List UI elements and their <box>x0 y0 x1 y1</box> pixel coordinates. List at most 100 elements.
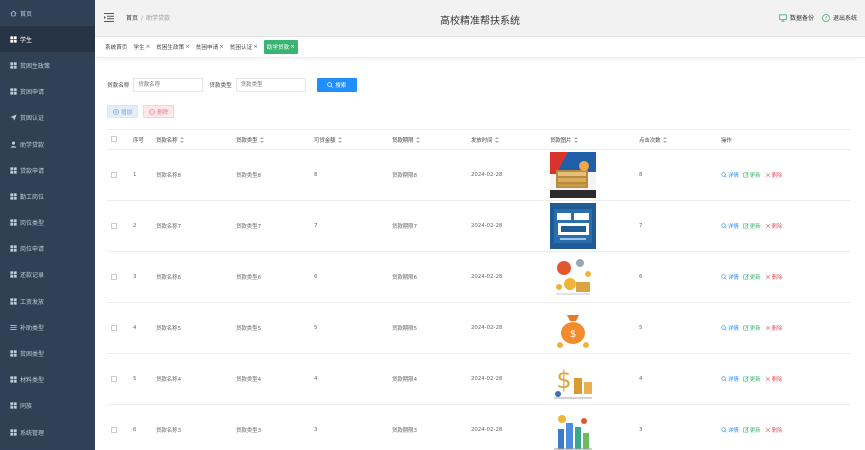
search-icon <box>721 172 728 178</box>
close-icon[interactable]: × <box>219 44 224 50</box>
sidebar-item-2[interactable]: 贫困生政策 <box>0 52 95 78</box>
sidebar-item-14[interactable]: 材料类型 <box>0 367 95 393</box>
grid-icon <box>10 271 17 279</box>
sidebar-item-label: 贷款申请 <box>20 167 45 175</box>
header-name-label: 贷款名称 <box>156 137 178 144</box>
view-button[interactable]: 详情 <box>721 222 739 230</box>
sidebar-item-5[interactable]: 助学贷款 <box>0 131 95 157</box>
add-button[interactable]: 增加 <box>107 105 139 118</box>
delete-button[interactable]: 删除 <box>765 375 782 383</box>
sidebar-item-1[interactable]: 学生 <box>0 26 95 53</box>
loan-type-input[interactable] <box>235 78 306 92</box>
cell-ops: 详情 更新 删除 <box>717 149 850 201</box>
money-bag-image[interactable]: $ <box>550 305 635 351</box>
delete-button[interactable]: 删除 <box>765 171 782 179</box>
sidebar-item-16[interactable]: 系统管理 <box>0 419 95 445</box>
close-icon[interactable]: × <box>185 44 190 50</box>
tab-3[interactable]: 贫困申请 × <box>196 43 224 51</box>
loan-name-input[interactable] <box>133 78 204 92</box>
header-ops: 操作 <box>717 129 850 150</box>
tab-2[interactable]: 贫困生政策 × <box>156 43 190 51</box>
delete-button[interactable]: 删除 <box>765 273 782 281</box>
edit-button[interactable]: 更新 <box>743 426 761 434</box>
tab-1[interactable]: 学生 × <box>133 43 150 51</box>
select-all-checkbox[interactable] <box>111 136 117 143</box>
sidebar-item-3[interactable]: 贫困申请 <box>0 79 95 105</box>
delete-button[interactable]: 删除 <box>765 222 782 230</box>
row-checkbox[interactable] <box>111 375 117 382</box>
row-actions: 详情 更新 删除 <box>721 426 850 434</box>
cell-image <box>546 149 635 201</box>
table-row: 1 贷款名称8 贷款类型8 8 贷款期限8 2024-02-28 8 详情 更新 删除 <box>107 149 850 201</box>
delete-label: 删除 <box>771 428 783 434</box>
edit-button[interactable]: 更新 <box>743 171 761 179</box>
table-row: 4 贷款名称5 贷款类型5 5 贷款期限5 2024-02-28 $5 详情 更新 删除 <box>107 302 850 354</box>
header-term[interactable]: 贷款期限 <box>388 129 467 150</box>
dollar-stack-image[interactable] <box>550 152 635 198</box>
search-icon <box>721 427 728 433</box>
cell-name: 贷款名称4 <box>152 353 232 405</box>
sidebar-item-13[interactable]: 贫困类型 <box>0 340 95 366</box>
backup-button[interactable]: 数据备份 <box>778 13 814 22</box>
edit-button[interactable]: 更新 <box>743 273 761 281</box>
row-checkbox[interactable] <box>111 324 117 331</box>
row-actions: 详情 更新 删除 <box>721 375 850 383</box>
view-button[interactable]: 详情 <box>721 273 739 281</box>
row-checkbox[interactable] <box>111 426 117 433</box>
logout-button[interactable]: ? 退出系统 <box>822 13 857 22</box>
sidebar-item-8[interactable]: 岗位类型 <box>0 210 95 236</box>
delete-button[interactable]: 删除 <box>765 426 783 434</box>
close-icon[interactable]: × <box>290 44 295 50</box>
tab-label: 学生 <box>133 45 145 51</box>
header-type[interactable]: 贷款类型 <box>232 129 310 150</box>
tab-label: 贫困生政策 <box>156 45 185 51</box>
loan-poster-image[interactable] <box>550 203 635 249</box>
tab-0[interactable]: 系统首页 <box>105 43 127 51</box>
cell-image: $ <box>546 353 635 405</box>
sidebar-item-label: 贫困类型 <box>20 351 45 359</box>
sidebar-item-7[interactable]: 勤工岗位 <box>0 183 95 209</box>
view-button[interactable]: 详情 <box>721 426 739 434</box>
cell-term: 贷款期限7 <box>388 200 467 252</box>
city-coins-image[interactable] <box>550 407 635 450</box>
view-button[interactable]: 详情 <box>721 324 739 332</box>
coins-illustration-image[interactable] <box>550 254 635 300</box>
sidebar-item-6[interactable]: 贷款申请 <box>0 157 95 183</box>
sidebar-item-4[interactable]: 贫困认证 <box>0 105 95 131</box>
cell-ops: 详情 更新 删除 <box>717 404 850 450</box>
sidebar-item-15[interactable]: 同族 <box>0 393 95 419</box>
tab-5[interactable]: 助学贷款 × <box>263 40 298 54</box>
cell-name: 贷款名称3 <box>152 404 232 450</box>
batch-delete-button[interactable]: 删除 <box>143 105 175 118</box>
cell-ops: 详情 更新 删除 <box>717 200 850 252</box>
edit-button[interactable]: 更新 <box>743 324 761 332</box>
sidebar-item-0[interactable]: 首页 <box>0 0 95 26</box>
row-checkbox[interactable] <box>111 273 117 280</box>
sort-icon <box>415 137 420 143</box>
header-name[interactable]: 贷款名称 <box>152 129 232 150</box>
header-time[interactable]: 发放时间 <box>467 129 546 150</box>
search-button[interactable]: 搜索 <box>316 78 357 92</box>
sidebar-item-11[interactable]: 工资发放 <box>0 288 95 314</box>
edit-button[interactable]: 更新 <box>743 375 761 383</box>
header-amount[interactable]: 可贷金额 <box>310 129 388 150</box>
tab-4[interactable]: 贫困认证 × <box>230 43 258 51</box>
row-checkbox[interactable] <box>111 171 117 178</box>
header-image[interactable]: 贷款图片 <box>546 129 635 150</box>
close-icon[interactable]: × <box>253 44 258 50</box>
view-button[interactable]: 详情 <box>721 375 739 383</box>
sidebar-item-12[interactable]: 补助类型 <box>0 314 95 340</box>
close-icon[interactable]: × <box>146 44 151 50</box>
header-clicks[interactable]: 点击次数 <box>635 129 717 150</box>
cell-amount: 5 <box>310 302 388 354</box>
dollar-sign-image[interactable]: $ <box>550 356 635 402</box>
sidebar-item-10[interactable]: 还款记录 <box>0 262 95 288</box>
cell-ops: 详情 更新 删除 <box>717 302 850 354</box>
view-button[interactable]: 详情 <box>721 171 739 179</box>
edit-button[interactable]: 更新 <box>743 222 761 230</box>
sidebar-item-9[interactable]: 岗位申请 <box>0 236 95 262</box>
grid-icon <box>10 219 17 226</box>
row-checkbox[interactable] <box>111 222 117 229</box>
edit-label: 更新 <box>749 173 761 179</box>
delete-button[interactable]: 删除 <box>765 324 782 332</box>
